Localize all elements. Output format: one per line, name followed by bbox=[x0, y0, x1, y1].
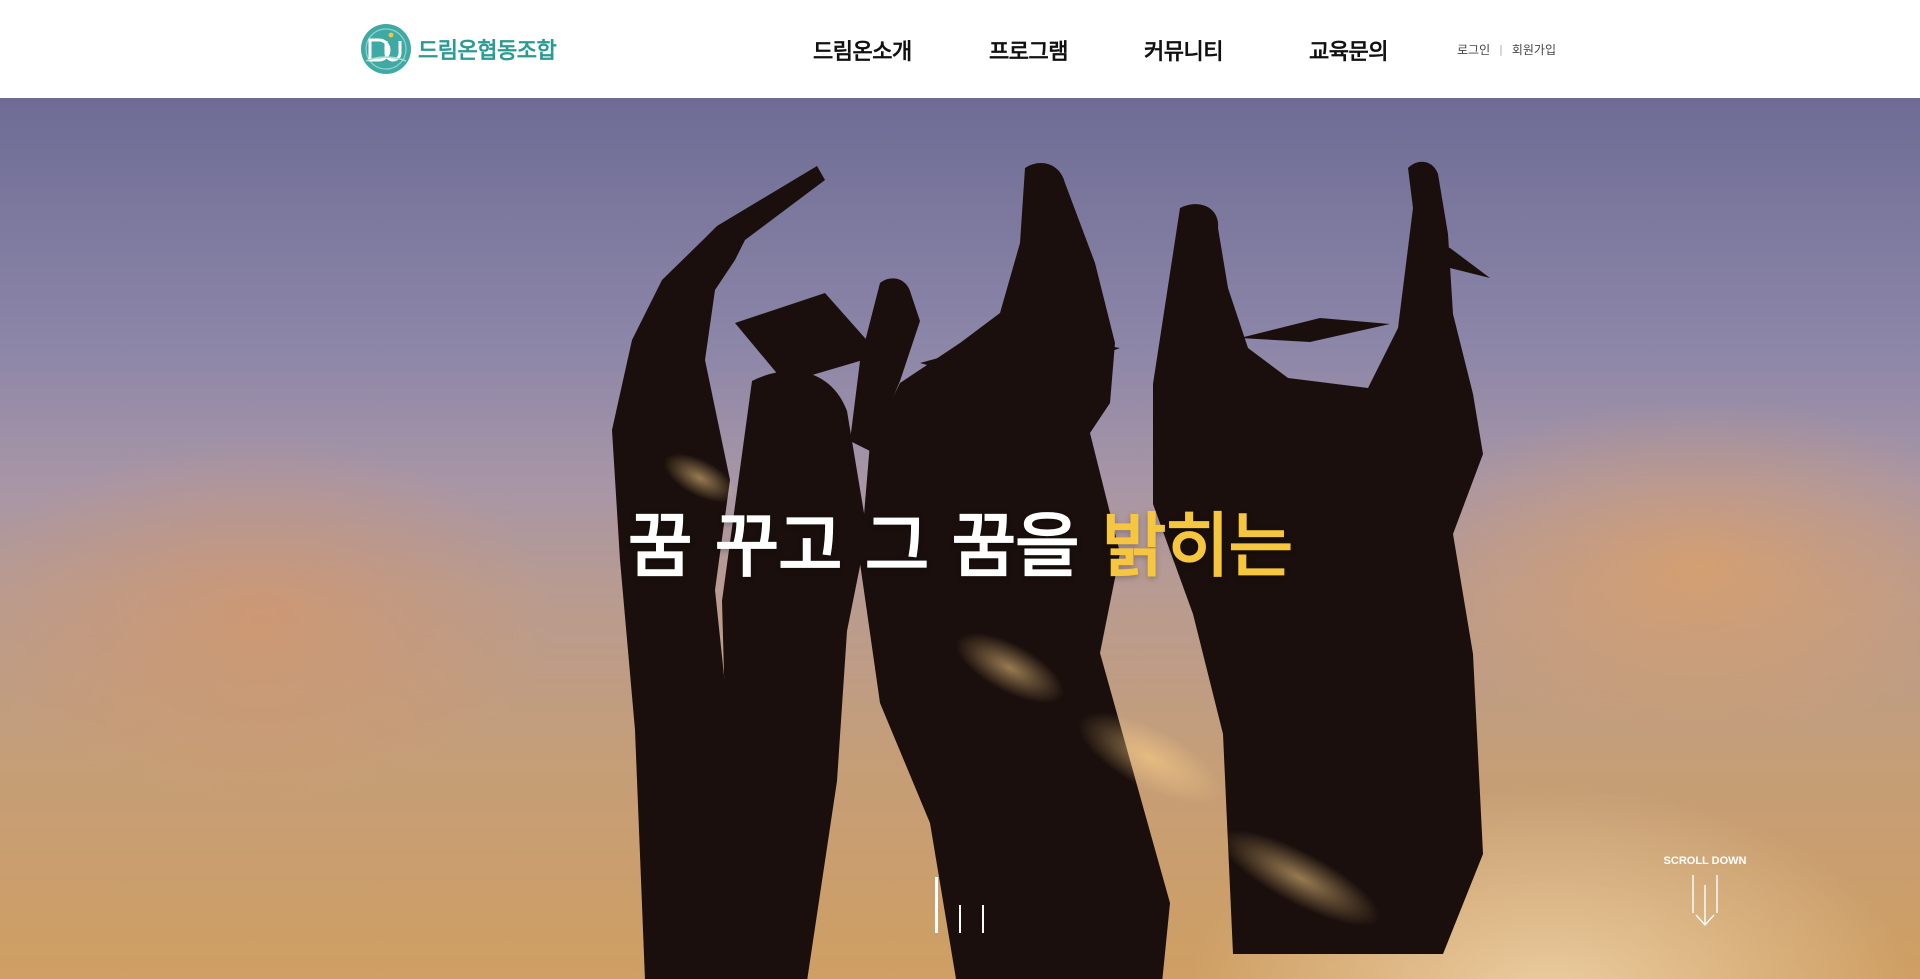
slide-indicator-bar-2[interactable] bbox=[959, 905, 961, 933]
site-header: 드림온협동조합 드림온소개 프로그램 커뮤니티 교육문의 로그인 | 회원가입 bbox=[0, 0, 1920, 98]
slide-indicator-bar-3[interactable] bbox=[982, 905, 984, 933]
hero-slider: 꿈 꾸고 그 꿈을 밝히는 SCROLL DOWN bbox=[0, 98, 1920, 979]
nav-item-inquiry[interactable]: 교육문의 bbox=[1309, 34, 1388, 66]
utility-links: 로그인 | 회원가입 bbox=[1457, 41, 1556, 58]
nav-item-program[interactable]: 프로그램 bbox=[989, 34, 1068, 66]
slide-indicator bbox=[935, 873, 985, 933]
arrow-down-icon bbox=[1692, 875, 1718, 927]
nav-item-community[interactable]: 커뮤니티 bbox=[1144, 34, 1223, 66]
hero-title: 꿈 꾸고 그 꿈을 밝히는 bbox=[0, 490, 1920, 591]
hero-title-accent: 밝히는 bbox=[1101, 505, 1293, 587]
scroll-down-button[interactable]: SCROLL DOWN bbox=[1660, 855, 1750, 929]
hero-title-main: 꿈 꾸고 그 꿈을 bbox=[627, 505, 1102, 587]
scroll-down-label: SCROLL DOWN bbox=[1663, 855, 1747, 867]
login-link[interactable]: 로그인 bbox=[1457, 41, 1490, 58]
nav-item-about[interactable]: 드림온소개 bbox=[813, 34, 912, 66]
slide-indicator-bar-1[interactable] bbox=[935, 877, 938, 933]
main-nav: 드림온소개 프로그램 커뮤니티 교육문의 bbox=[0, 0, 1920, 98]
signup-link[interactable]: 회원가입 bbox=[1512, 41, 1556, 58]
util-separator: | bbox=[1499, 43, 1503, 56]
